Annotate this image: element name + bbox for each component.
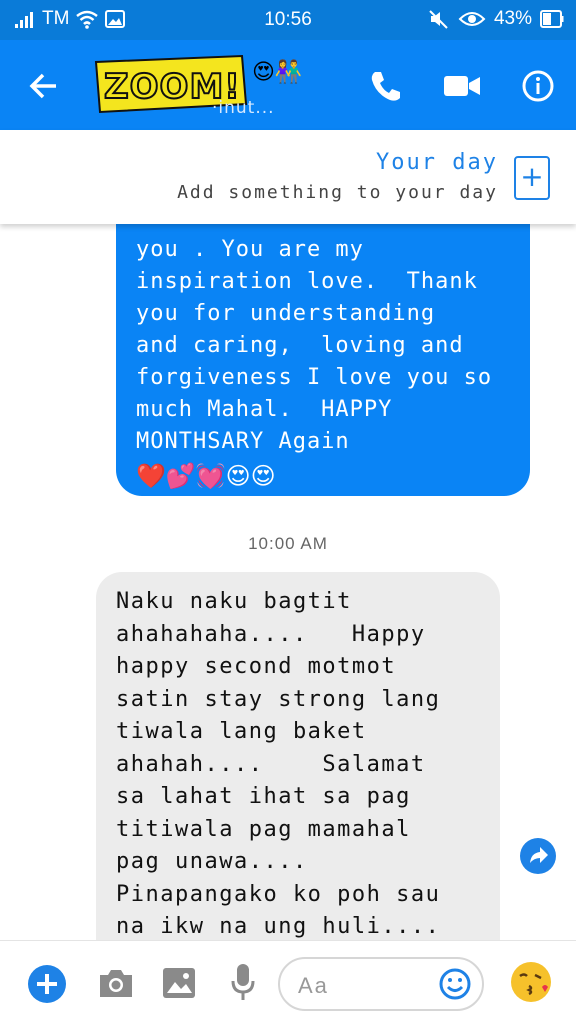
info-button[interactable] (518, 66, 558, 106)
message-input-placeholder: Aa (298, 973, 329, 998)
battery-icon (540, 10, 564, 28)
voice-message-button[interactable] (228, 961, 258, 1003)
battery-percent: 43% (493, 8, 532, 29)
status-bar: TM 10:56 43% (0, 0, 576, 40)
plus-icon (37, 974, 57, 994)
contact-name-block[interactable]: ZOOM! 😍👫 ·inut... (92, 50, 332, 120)
phone-icon (371, 72, 400, 101)
mute-icon (429, 10, 448, 29)
message-list[interactable]: you . You are my inspiration love. Thank… (0, 224, 576, 940)
microphone-icon (231, 964, 255, 1000)
camera-button[interactable] (96, 965, 136, 1001)
more-actions-button[interactable] (28, 965, 66, 1003)
info-icon (522, 70, 554, 102)
contact-active-status: ·inut... (212, 98, 275, 118)
your-day-title: Your day (376, 150, 498, 175)
add-to-day-button[interactable]: + (514, 156, 550, 200)
emoji-picker-button[interactable] (438, 967, 472, 1001)
message-composer: Aa (0, 940, 576, 1024)
share-arrow-icon (530, 847, 548, 863)
quick-reaction-button[interactable] (508, 959, 554, 1005)
camera-icon (100, 970, 132, 997)
status-right: 43% (428, 8, 564, 30)
conversation-header: ZOOM! 😍👫 ·inut... (0, 40, 576, 130)
your-day-bar[interactable]: Your day Add something to your day (0, 130, 576, 224)
message-timestamp: 10:00 AM (248, 534, 328, 553)
eye-icon (458, 12, 486, 26)
video-call-button[interactable] (440, 66, 484, 106)
video-camera-icon (444, 76, 480, 96)
your-day-subtitle: Add something to your day (177, 182, 498, 203)
incoming-message-bubble[interactable]: Naku naku bagtit ahahahaha.... Happy hap… (96, 572, 500, 940)
back-button[interactable] (24, 66, 64, 106)
smiley-icon (439, 968, 471, 1000)
contact-emoji: 😍👫 (252, 60, 303, 85)
outgoing-message-text: you . You are my inspiration love. Thank… (136, 237, 493, 454)
message-input[interactable]: Aa (278, 957, 484, 1011)
incoming-message-text: Naku naku bagtit ahahahaha.... Happy hap… (116, 589, 441, 939)
call-button[interactable] (366, 66, 406, 106)
image-icon (163, 968, 195, 998)
kiss-emoji-icon (511, 962, 551, 1002)
back-arrow-icon (29, 73, 56, 99)
outgoing-message-emoji: ❤️💕💓😍😍 (136, 462, 276, 490)
outgoing-message-bubble[interactable]: you . You are my inspiration love. Thank… (116, 224, 530, 496)
gallery-button[interactable] (160, 965, 198, 1001)
forward-message-button[interactable] (520, 838, 556, 874)
